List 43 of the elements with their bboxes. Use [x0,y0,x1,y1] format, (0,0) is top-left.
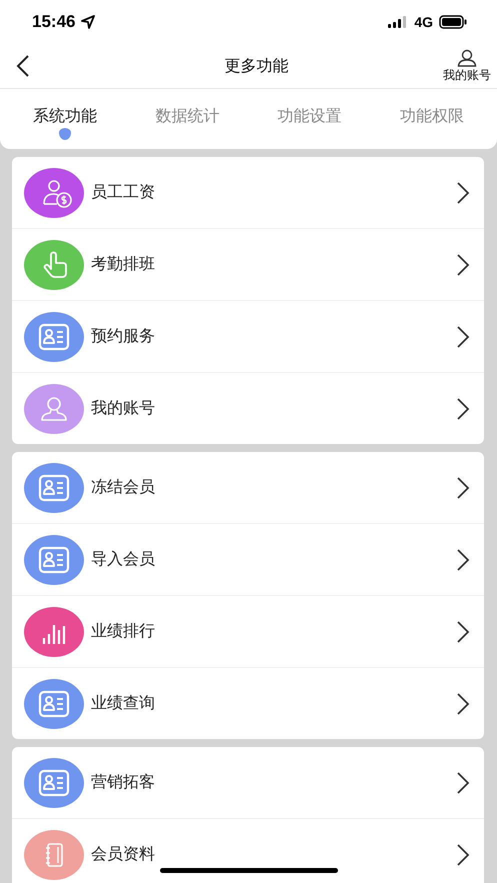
menu-label: 员工工资 [91,182,156,203]
person-icon [457,48,477,66]
menu-item[interactable]: 业绩排行 [12,596,484,668]
battery-icon [439,15,467,29]
menu-item[interactable]: 我的账号 [12,373,484,444]
tab[interactable]: 功能设置 [278,89,342,127]
back-button[interactable] [16,54,30,78]
menu-label: 冻结会员 [91,477,156,498]
menu-label: 业绩排行 [91,621,156,642]
tab[interactable]: 系统功能 [33,89,98,127]
chevron-icon [456,770,470,794]
menu-item[interactable]: 业绩查询 [12,668,484,739]
menu-item[interactable]: 导入会员 [12,524,484,596]
menu-item[interactable]: 冻结会员 [12,452,484,524]
tab[interactable]: 功能权限 [400,89,464,127]
chevron-icon [456,252,470,276]
menu-label: 预约服务 [91,326,156,347]
tab[interactable]: 数据统计 [155,89,220,127]
chevron-icon [456,476,470,500]
clock-time: 15:46 [32,12,76,32]
chevron-icon [456,548,470,572]
chevron-icon [456,842,470,866]
chevron-icon [456,324,470,348]
menu-label: 营销拓客 [91,772,156,793]
menu-item[interactable]: 员工工资 [12,157,484,229]
menu-label: 会员资料 [91,844,156,865]
page-title: 更多功能 [224,56,288,76]
menu-label: 导入会员 [91,549,156,570]
menu-label: 考勤排班 [91,254,156,275]
signal-icon [388,16,408,28]
menu-label: 我的账号 [91,398,156,419]
back-icon [16,54,30,78]
chevron-icon [456,692,470,716]
network-label: 4G [414,14,433,30]
location-arrow-icon [81,15,96,29]
chevron-icon [456,620,470,644]
account-button[interactable]: 我的账号 [443,48,491,84]
chevron-icon [456,180,470,204]
menu-item[interactable]: 预约服务 [12,301,484,373]
menu-label: 业绩查询 [91,693,156,714]
menu-item[interactable]: 考勤排班 [12,229,484,301]
menu-item[interactable]: 营销拓客 [12,747,484,819]
chevron-icon [456,396,470,420]
